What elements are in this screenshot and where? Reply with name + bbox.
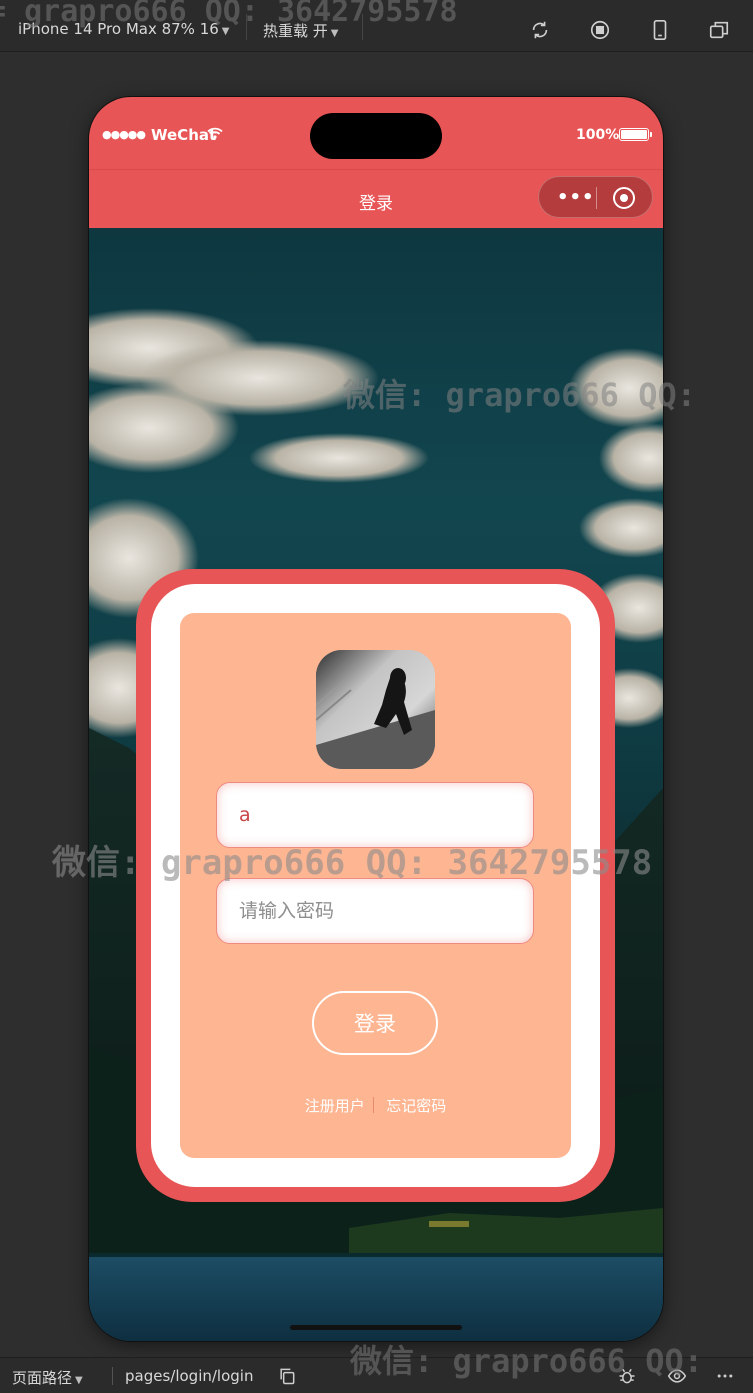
link-divider: [372, 1097, 375, 1113]
battery-icon: [619, 128, 652, 141]
home-indicator: [290, 1325, 462, 1330]
auth-links: 注册用户 忘记密码: [180, 1095, 571, 1116]
login-form: 登录 注册用户忘记密码: [180, 613, 571, 1158]
devtools-toolbar: iPhone 14 Pro Max 87% 16 ▼ 热重载 开 ▼: [0, 0, 753, 52]
signal-icon: ●●●●●: [102, 128, 146, 141]
forgot-password-link[interactable]: 忘记密码: [386, 1095, 446, 1116]
more-icon[interactable]: •••: [557, 187, 595, 208]
username-field[interactable]: [216, 782, 534, 848]
refresh-icon[interactable]: [529, 19, 551, 41]
toolbar-divider: [362, 14, 363, 40]
chevron-down-icon: ▼: [330, 28, 339, 39]
stop-icon[interactable]: [589, 19, 611, 41]
navigation-bar: 登录 •••: [89, 169, 663, 228]
capsule-divider: [596, 187, 597, 209]
device-select[interactable]: iPhone 14 Pro Max 87% 16 ▼: [18, 20, 230, 38]
phone-icon[interactable]: [649, 19, 671, 41]
page-path-bar: 页面路径 ▼ pages/login/login: [0, 1357, 753, 1393]
status-bar: ●●●●● WeChat 100%: [89, 97, 663, 169]
path-divider: [112, 1367, 113, 1385]
copy-icon[interactable]: [277, 1366, 297, 1386]
menu-capsule: •••: [538, 176, 653, 218]
window-icon[interactable]: [708, 19, 730, 41]
login-card-frame: 登录 注册用户忘记密码: [151, 584, 600, 1187]
username-input[interactable]: [239, 783, 519, 846]
page-path-select[interactable]: 页面路径 ▼: [12, 1367, 83, 1388]
device-select-label: iPhone 14 Pro Max 87% 16: [18, 20, 219, 38]
password-input[interactable]: [239, 879, 519, 942]
bug-icon[interactable]: [617, 1366, 637, 1386]
chevron-down-icon: ▼: [221, 26, 230, 37]
wifi-icon: [207, 127, 223, 139]
eye-icon[interactable]: [667, 1366, 687, 1386]
phone-simulator: ●●●●● WeChat 100% 登录 ••• a 登录 注册用户 忘记密码: [89, 97, 663, 1341]
close-mini-program-icon[interactable]: [613, 187, 635, 209]
page-path-value: pages/login/login: [125, 1367, 254, 1385]
more-icon[interactable]: [715, 1366, 735, 1386]
hot-reload-label: 热重载 开: [263, 22, 328, 40]
battery-percent: 100%: [576, 127, 620, 143]
hot-reload-select[interactable]: 热重载 开 ▼: [263, 20, 338, 41]
dynamic-island: [310, 113, 442, 159]
login-card: 登录 注册用户忘记密码: [136, 569, 615, 1202]
password-field[interactable]: [216, 878, 534, 944]
chevron-down-icon: ▼: [75, 1375, 83, 1386]
toolbar-divider: [246, 14, 247, 40]
login-button[interactable]: 登录: [312, 991, 438, 1055]
avatar-image: [316, 650, 435, 769]
avatar: [316, 650, 435, 769]
register-link[interactable]: 注册用户: [305, 1095, 365, 1116]
background-image: 登录 注册用户忘记密码: [89, 228, 663, 1341]
page-path-label: 页面路径: [12, 1369, 73, 1387]
